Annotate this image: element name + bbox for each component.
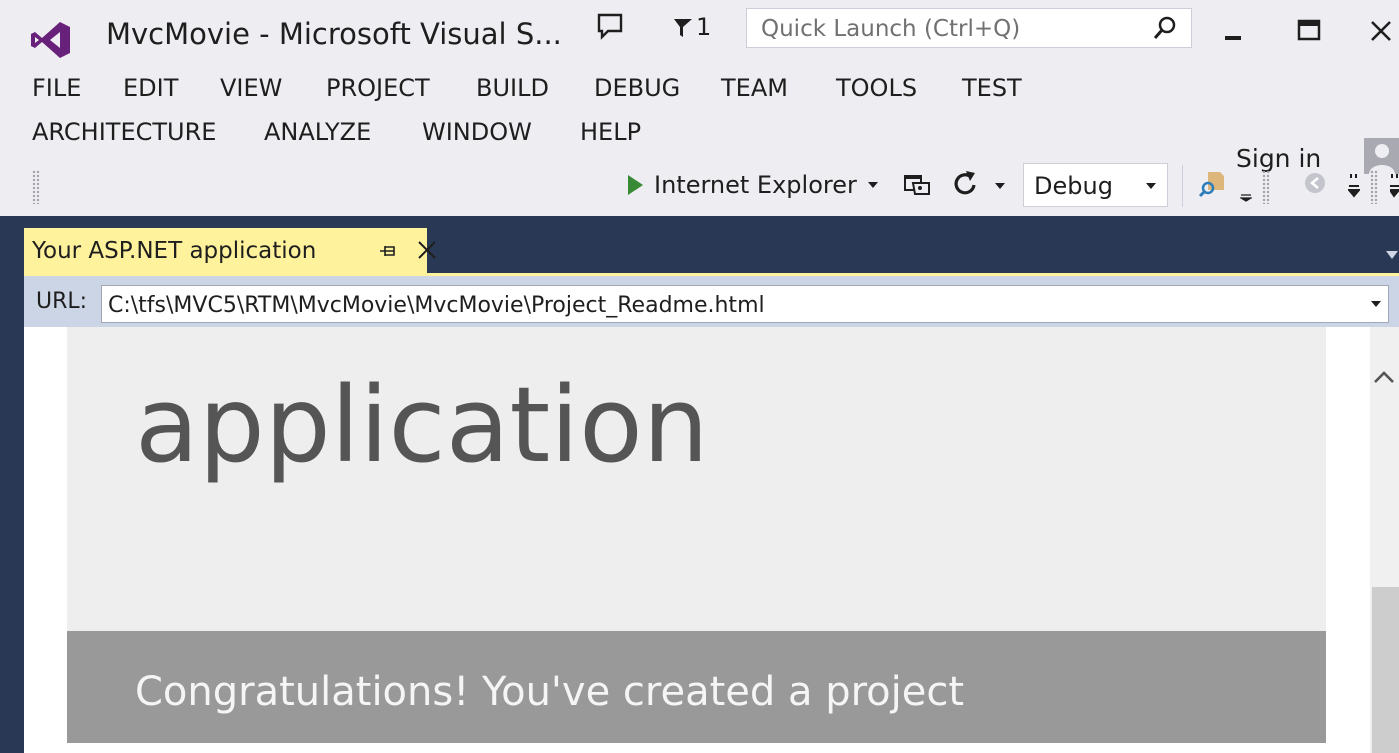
menu-window[interactable]: WINDOW <box>422 118 532 146</box>
quick-launch-input[interactable] <box>747 9 1143 49</box>
toolbar-grip[interactable] <box>32 170 40 204</box>
browser-viewport: application Congratulations! You've crea… <box>24 327 1370 753</box>
chevron-up-icon[interactable] <box>1372 369 1396 385</box>
toolbar-overflow-icon[interactable] <box>1348 172 1360 200</box>
notification-flag-icon <box>674 19 692 37</box>
menu-file[interactable]: FILE <box>32 74 81 102</box>
menu-analyze[interactable]: ANALYZE <box>264 118 371 146</box>
tab-your-aspnet-application[interactable]: Your ASP.NET application <box>24 228 436 273</box>
url-input[interactable] <box>102 286 1360 324</box>
window-title: MvcMovie - Microsoft Visual S... <box>106 17 562 51</box>
toolbar-grip[interactable] <box>1370 170 1378 204</box>
configuration-value: Debug <box>1034 172 1113 200</box>
minimize-icon[interactable] <box>1219 16 1251 48</box>
notification-count: 1 <box>696 13 712 41</box>
scrollbar-thumb[interactable] <box>1372 587 1399 753</box>
toolbar-grip[interactable] <box>1262 170 1270 204</box>
toolbar-overflow-icon[interactable] <box>1240 194 1252 202</box>
hero-title: application <box>135 364 709 486</box>
pin-icon[interactable] <box>378 241 398 261</box>
menu-debug[interactable]: DEBUG <box>594 74 680 102</box>
menu-bar: FILE EDIT VIEW PROJECT BUILD DEBUG TEAM … <box>0 70 1399 174</box>
chevron-down-icon[interactable] <box>1145 182 1157 190</box>
start-debugging-button[interactable]: Internet Explorer <box>626 168 879 202</box>
chevron-down-icon[interactable] <box>867 181 879 189</box>
play-icon <box>628 175 643 195</box>
search-icon[interactable] <box>1151 14 1179 42</box>
window-frame <box>0 273 24 753</box>
visual-studio-logo-icon <box>31 22 70 58</box>
hero-section: application <box>67 327 1326 631</box>
banner-text: Congratulations! You've created a projec… <box>135 669 965 715</box>
tab-overflow-icon[interactable] <box>1385 250 1399 260</box>
menu-view[interactable]: VIEW <box>220 74 282 102</box>
navigate-back-icon[interactable] <box>1300 168 1330 198</box>
url-label: URL: <box>36 289 88 314</box>
refresh-icon[interactable] <box>950 168 980 198</box>
url-bar: URL: <box>24 273 1399 327</box>
menu-team[interactable]: TEAM <box>721 74 788 102</box>
menu-edit[interactable]: EDIT <box>123 74 178 102</box>
browser-link-icon[interactable] <box>902 168 932 198</box>
chevron-down-icon[interactable] <box>994 182 1006 190</box>
menu-architecture[interactable]: ARCHITECTURE <box>32 118 216 146</box>
maximize-icon[interactable] <box>1294 16 1326 48</box>
notifications-button[interactable]: 1 <box>672 12 711 42</box>
menu-project[interactable]: PROJECT <box>326 74 430 102</box>
menu-test[interactable]: TEST <box>962 74 1022 102</box>
toolbar-separator <box>1182 165 1183 207</box>
toolbar-overflow-icon[interactable] <box>1390 172 1399 200</box>
run-target-label: Internet Explorer <box>654 171 857 199</box>
close-icon[interactable] <box>416 239 438 261</box>
title-bar: MvcMovie - Microsoft Visual S... 1 <box>0 0 1399 70</box>
url-field[interactable] <box>101 285 1389 324</box>
menu-build[interactable]: BUILD <box>476 74 549 102</box>
quick-launch-box[interactable] <box>746 8 1192 49</box>
close-window-icon[interactable] <box>1366 16 1398 48</box>
vertical-scrollbar[interactable] <box>1370 327 1399 753</box>
menu-help[interactable]: HELP <box>580 118 641 146</box>
tab-title: Your ASP.NET application <box>32 238 317 264</box>
solution-configuration-select[interactable]: Debug <box>1023 163 1168 207</box>
find-in-files-icon[interactable] <box>1198 168 1228 198</box>
feedback-icon[interactable] <box>596 12 624 40</box>
congratulations-banner: Congratulations! You've created a projec… <box>67 631 1326 743</box>
menu-tools[interactable]: TOOLS <box>836 74 917 102</box>
chevron-down-icon[interactable] <box>1370 300 1382 308</box>
